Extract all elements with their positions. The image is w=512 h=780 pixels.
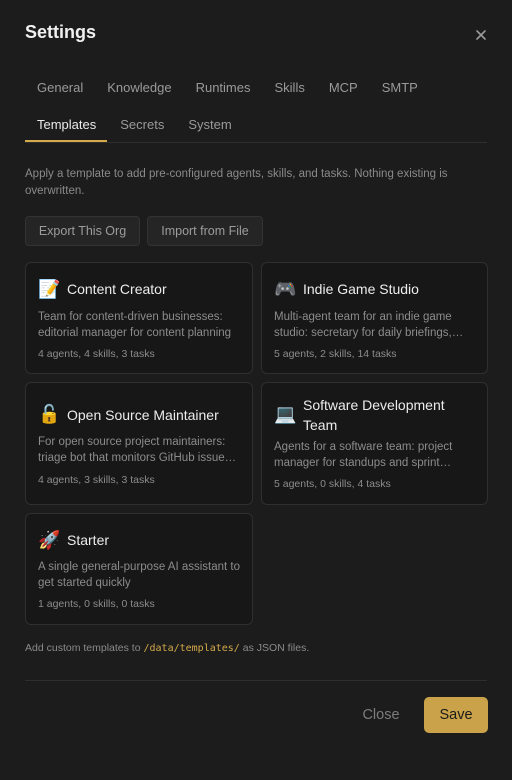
template-card-content-creator[interactable]: 📝 Content Creator Team for content-drive…: [25, 262, 253, 374]
tab-secrets[interactable]: Secrets: [108, 117, 176, 133]
template-stats: 5 agents, 2 skills, 14 tasks: [274, 348, 397, 360]
tab-system[interactable]: System: [176, 117, 243, 133]
template-description: Team for content-driven businesses: edit…: [38, 311, 232, 339]
templates-description: Apply a template to add pre-configured a…: [25, 168, 448, 197]
save-button[interactable]: Save: [424, 697, 488, 733]
close-button[interactable]: Close: [352, 697, 410, 733]
close-icon[interactable]: [473, 27, 489, 43]
template-stats: 4 agents, 4 skills, 3 tasks: [38, 348, 155, 360]
tab-knowledge[interactable]: Knowledge: [95, 80, 183, 96]
template-card-indie-game-studio[interactable]: 🎮 Indie Game Studio Multi-agent team for…: [261, 262, 488, 374]
template-card-software-development-team[interactable]: 💻 Software Development Team Agents for a…: [261, 382, 488, 505]
tabs-divider: [25, 142, 487, 143]
template-description: Agents for a software team: project mana…: [274, 441, 453, 469]
template-name: Software Development Team: [303, 397, 445, 433]
tabs-row-1: General Knowledge Runtimes Skills MCP SM…: [25, 80, 430, 96]
footer-divider: [25, 680, 487, 681]
template-name: Open Source Maintainer: [67, 407, 219, 423]
tab-skills[interactable]: Skills: [263, 80, 317, 96]
settings-dialog: Settings General Knowledge Runtimes Skil…: [0, 0, 512, 780]
templates-path: /data/templates/: [143, 643, 240, 654]
dialog-title: Settings: [25, 22, 97, 42]
active-tab-indicator: [25, 140, 107, 142]
template-card-starter[interactable]: 🚀 Starter A single general-purpose AI as…: [25, 513, 253, 625]
tab-general[interactable]: General: [25, 80, 95, 96]
unlocked-icon: 🔓: [38, 404, 61, 425]
game-controller-icon: 🎮: [274, 279, 297, 300]
template-card-open-source-maintainer[interactable]: 🔓 Open Source Maintainer For open source…: [25, 382, 253, 505]
note-prefix: Add custom templates to: [25, 642, 141, 654]
template-name: Content Creator: [67, 281, 167, 297]
note-suffix: as JSON files.: [242, 642, 310, 654]
export-org-button[interactable]: Export This Org: [25, 216, 140, 246]
tabs-row-2: Templates Secrets System: [25, 117, 244, 133]
import-file-button[interactable]: Import from File: [147, 216, 263, 246]
template-name: Indie Game Studio: [303, 281, 419, 297]
template-stats: 5 agents, 0 skills, 4 tasks: [274, 478, 391, 490]
template-stats: 4 agents, 3 skills, 3 tasks: [38, 474, 155, 486]
tab-templates[interactable]: Templates: [25, 117, 108, 133]
laptop-icon: 💻: [274, 404, 297, 425]
template-description: A single general-purpose AI assistant to…: [38, 561, 240, 589]
template-stats: 1 agents, 0 skills, 0 tasks: [38, 598, 155, 610]
template-name: Starter: [67, 532, 110, 548]
template-description: Multi-agent team for an indie game studi…: [274, 311, 452, 339]
rocket-icon: 🚀: [38, 530, 61, 551]
memo-icon: 📝: [38, 279, 61, 300]
tab-smtp[interactable]: SMTP: [370, 80, 430, 96]
tab-mcp[interactable]: MCP: [317, 80, 370, 96]
template-description: For open source project maintainers: tri…: [38, 436, 231, 464]
custom-templates-note: Add custom templates to /data/templates/…: [25, 642, 309, 654]
tab-runtimes[interactable]: Runtimes: [184, 80, 263, 96]
